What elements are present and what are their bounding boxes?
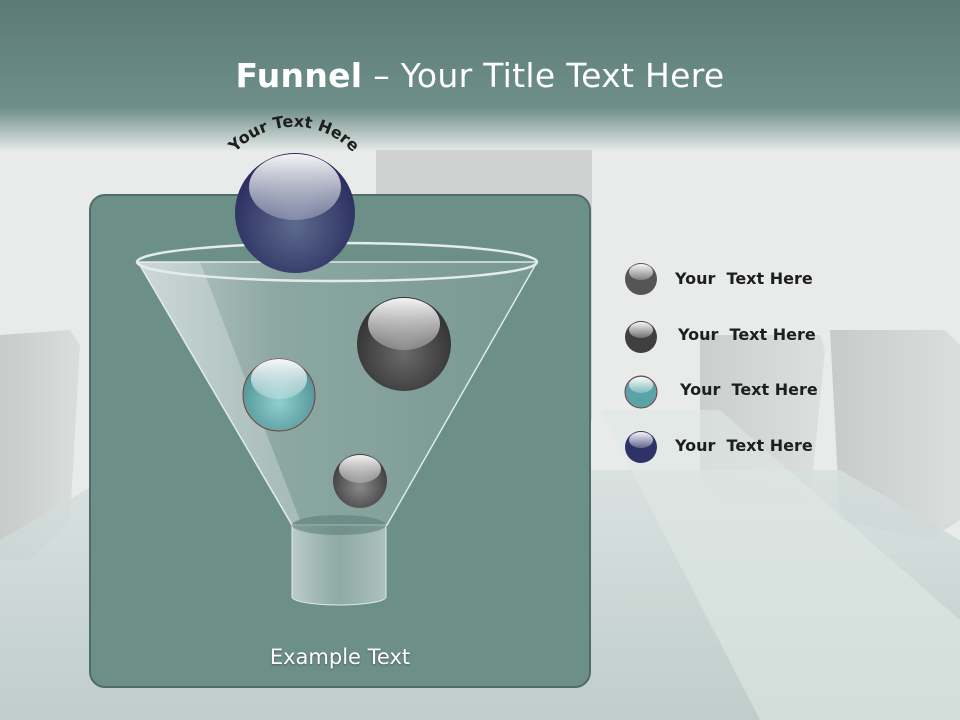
panel-caption: Example Text [269, 645, 411, 669]
legend-label-1: Your Text Here [675, 269, 813, 288]
legend-label-2: Your Text Here [678, 325, 816, 344]
legend-bullet-4 [625, 431, 657, 463]
funnel-ball-teal [242, 358, 316, 432]
legend-bullet-3 [624, 375, 658, 409]
slide: Funnel – Your Title Text Here Your Text … [0, 0, 960, 720]
legend-label-3: Your Text Here [680, 380, 818, 399]
funnel-ball-small [333, 454, 387, 508]
funnel-graphic: Your Text Here [135, 112, 658, 606]
arc-text: Your Text Here [224, 112, 364, 156]
legend-label-4: Your Text Here [675, 436, 813, 455]
top-ball [235, 153, 355, 273]
legend-bullet-2 [625, 321, 657, 353]
funnel-ball-large [357, 297, 451, 391]
funnel-cylinder [291, 524, 387, 606]
legend-bullet-1 [625, 263, 657, 295]
